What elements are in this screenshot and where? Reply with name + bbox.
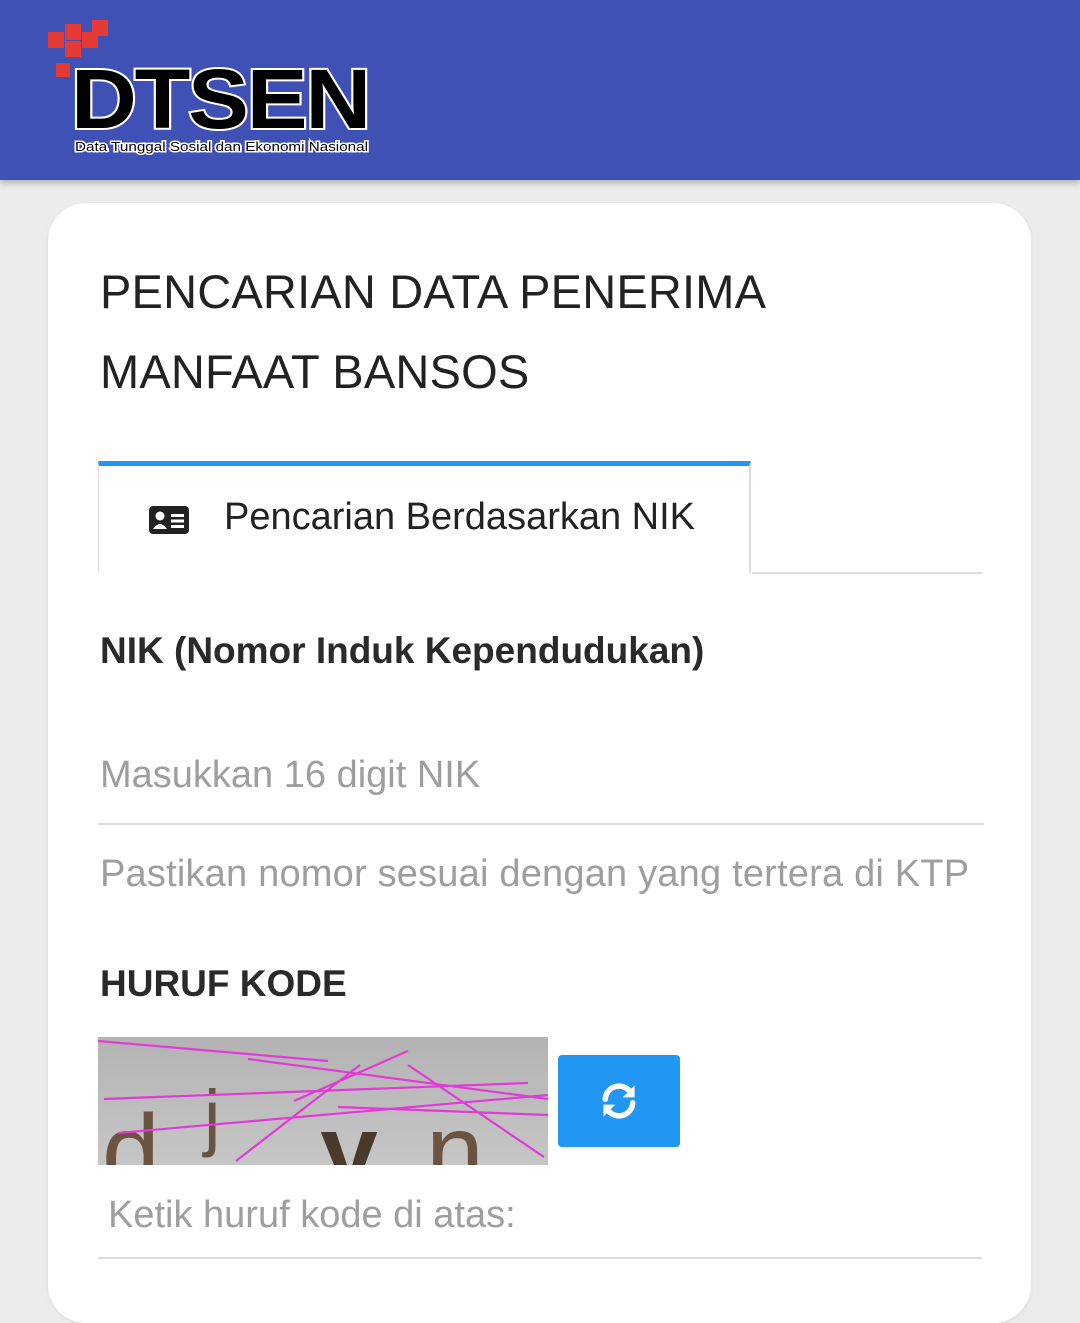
tab-search-by-nik[interactable]: Pencarian Berdasarkan NIK [98,461,751,573]
tab-baseline [752,572,982,574]
logo-subtitle: Data Tunggal Sosial dan Ekonomi Nasional [75,139,368,154]
refresh-captcha-button[interactable] [558,1055,680,1147]
refresh-icon [602,1083,636,1119]
nik-input[interactable] [98,745,984,825]
captcha-char: j [202,1075,220,1158]
captcha-label: HURUF KODE [100,963,347,1004]
captcha-char: y [320,1094,378,1165]
nik-label: NIK (Nomor Induk Kependudukan) [100,630,705,671]
tab-label: Pencarian Berdasarkan NIK [224,496,696,538]
id-card-icon [149,506,189,534]
page-title-line1: PENCARIAN DATA PENERIMA [100,265,767,318]
page-title: PENCARIAN DATA PENERIMA MANFAAT BANSOS [100,252,860,412]
logo-text: DTSEN [71,52,369,146]
app-header: DTSEN Data Tunggal Sosial dan Ekonomi Na… [0,0,1080,180]
dtsen-logo: DTSEN Data Tunggal Sosial dan Ekonomi Na… [48,20,373,156]
nik-helper-text: Pastikan nomor sesuai dengan yang terter… [100,853,970,895]
captcha-image: d j y n [98,1037,548,1165]
captcha-code-input[interactable] [98,1185,982,1259]
page-title-line2: MANFAAT BANSOS [100,345,530,398]
